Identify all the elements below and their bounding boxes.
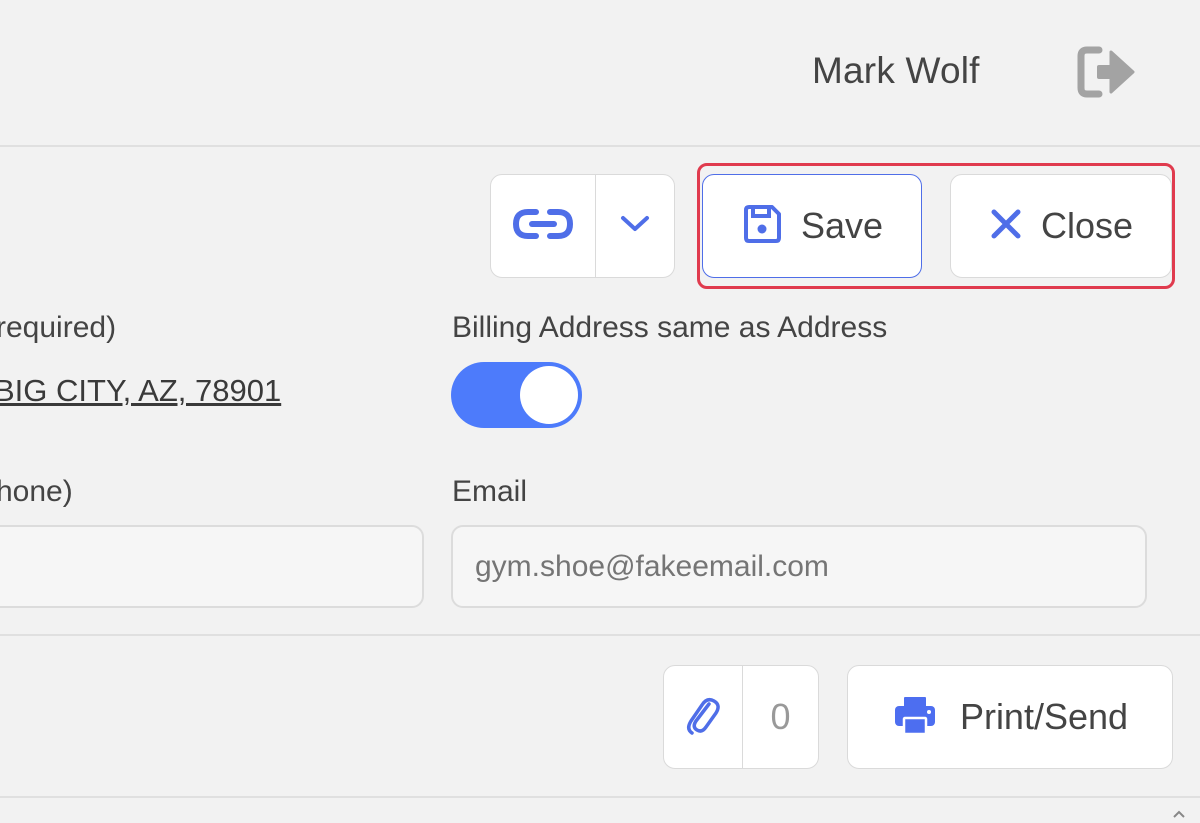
link-button[interactable] xyxy=(491,175,596,277)
billing-same-toggle[interactable] xyxy=(451,362,582,428)
footer-divider xyxy=(0,796,1200,798)
user-name[interactable]: Mark Wolf xyxy=(812,50,980,92)
header-divider xyxy=(0,145,1200,147)
attachments-button[interactable] xyxy=(664,666,743,768)
email-label: Email xyxy=(452,475,528,508)
address-link[interactable]: BIG CITY, AZ, 78901 xyxy=(0,373,281,409)
link-icon xyxy=(512,206,574,247)
attachments-group: 0 xyxy=(663,665,819,769)
scroll-up-icon[interactable] xyxy=(1172,806,1186,818)
link-button-group xyxy=(490,174,675,278)
page: Mark Wolf Save Close required) BIG CITY,… xyxy=(0,0,1200,823)
attachments-count: 0 xyxy=(770,696,791,737)
save-button[interactable]: Save xyxy=(702,174,922,278)
billing-same-label: Billing Address same as Address xyxy=(452,311,888,344)
address-label: required) xyxy=(0,311,117,344)
print-send-button[interactable]: Print/Send xyxy=(847,665,1173,769)
phone-input[interactable] xyxy=(0,525,424,608)
save-label: Save xyxy=(800,205,884,246)
paperclip-icon xyxy=(685,694,721,741)
phone-label: hone) xyxy=(0,475,73,508)
link-dropdown-button[interactable] xyxy=(596,175,674,277)
x-icon xyxy=(989,207,1023,246)
printer-icon xyxy=(892,694,938,741)
chevron-down-icon xyxy=(620,215,650,238)
sign-out-icon[interactable] xyxy=(1075,44,1137,100)
form-divider xyxy=(0,634,1200,636)
close-label: Close xyxy=(1040,205,1134,246)
print-send-label: Print/Send xyxy=(959,696,1129,737)
toggle-knob xyxy=(520,366,578,424)
email-input[interactable] xyxy=(451,525,1147,608)
floppy-disk-icon xyxy=(741,203,783,250)
close-button[interactable]: Close xyxy=(950,174,1172,278)
